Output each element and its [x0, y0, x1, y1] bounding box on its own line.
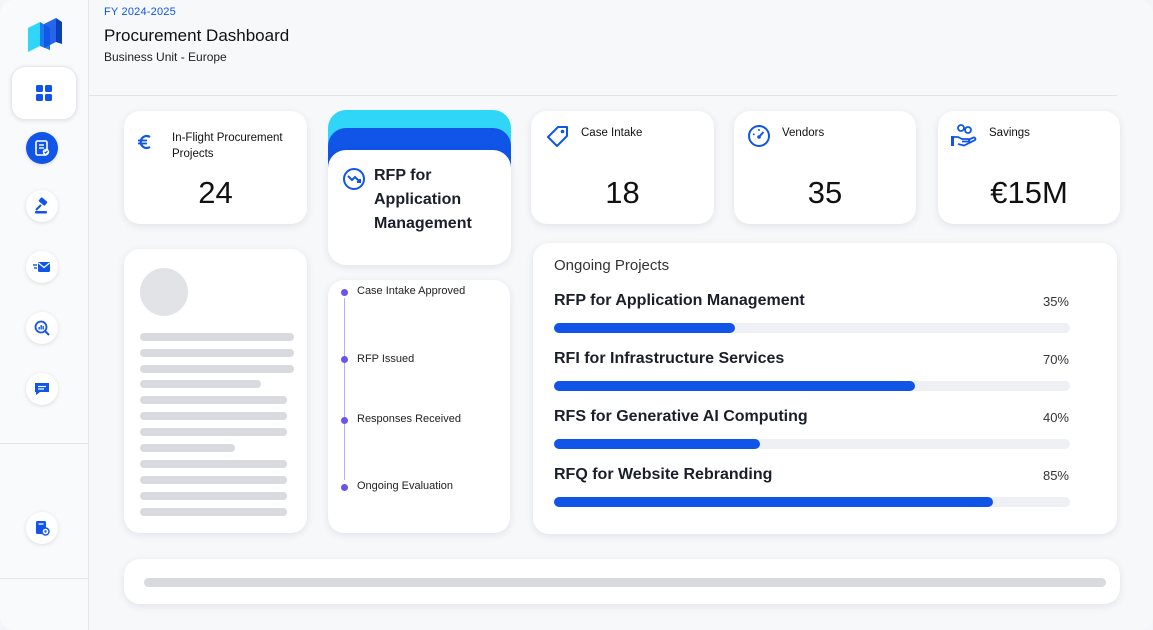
project-percent: 70%: [1042, 352, 1069, 367]
status-timeline: Case Intake Approved RFP Issued Response…: [328, 280, 510, 533]
gauge-icon: [748, 125, 770, 147]
timeline-dot: [341, 289, 348, 296]
project-progress-track: [554, 323, 1070, 333]
project-percent: 40%: [1042, 410, 1069, 425]
project-progress-track: [554, 497, 1070, 507]
stat-card-savings[interactable]: Savings €15M: [938, 111, 1120, 224]
profile-placeholder-card: [124, 249, 307, 533]
stat-value: 35: [807, 175, 843, 210]
header-divider: [89, 95, 1117, 96]
stat-card-vendors[interactable]: Vendors 35: [734, 111, 916, 224]
skeleton-line: [140, 412, 287, 420]
timeline-step: Ongoing Evaluation: [357, 480, 454, 492]
document-check-icon: [35, 140, 50, 156]
skeleton-line: [140, 476, 287, 484]
page-title: Procurement Dashboard: [104, 26, 290, 45]
skeleton-line: [144, 578, 1106, 587]
skeleton-line: [140, 444, 235, 452]
sidebar-item-documents[interactable]: [26, 132, 58, 164]
skeleton-line: [140, 508, 287, 516]
euro-icon: [138, 134, 151, 150]
stat-card-in-flight-projects[interactable]: In-Flight Procurement Projects 24: [124, 111, 307, 224]
project-progress-track: [554, 381, 1070, 391]
project-name[interactable]: RFI for Infrastructure Services: [554, 350, 784, 368]
chat-icon: [35, 383, 49, 395]
stat-label: Case Intake: [581, 127, 643, 139]
stat-label: Savings: [989, 127, 1030, 139]
project-progress-track: [554, 439, 1070, 449]
timeline-dot: [341, 484, 348, 491]
skeleton-line: [140, 333, 294, 341]
sidebar-divider: [0, 578, 89, 579]
ongoing-projects-heading: Ongoing Projects: [554, 257, 670, 274]
app-logo: [28, 18, 62, 52]
project-name[interactable]: RFP for Application Management: [554, 292, 805, 310]
stat-label: In-Flight Procurement Projects: [172, 132, 283, 160]
sidebar-item-analytics[interactable]: [26, 312, 58, 344]
ongoing-projects-card: Ongoing Projects RFP for Application Man…: [533, 243, 1117, 534]
page-header: FY 2024-2025 Procurement Dashboard Busin…: [104, 6, 289, 64]
settings-document-icon: [36, 521, 50, 536]
search-analytics-icon: [34, 320, 50, 336]
project-progress-fill: [554, 323, 735, 333]
timeline-step: RFP Issued: [357, 353, 415, 365]
stat-label: Vendors: [782, 127, 825, 139]
project-name[interactable]: RFS for Generative AI Computing: [554, 408, 808, 426]
project-progress-fill: [554, 497, 993, 507]
trend-down-circle-icon: [343, 168, 365, 190]
sidebar-item-chat[interactable]: [26, 373, 58, 405]
mail-icon: [33, 262, 50, 272]
timeline-line: [344, 298, 345, 480]
sidebar-item-messages[interactable]: [26, 251, 58, 283]
stat-card-case-intake[interactable]: Case Intake 18: [531, 111, 714, 224]
sidebar-divider: [0, 443, 89, 444]
project-progress-fill: [554, 381, 916, 391]
timeline-dot: [341, 356, 348, 363]
hand-coins-icon: [951, 124, 977, 147]
stat-value: €15M: [990, 175, 1068, 210]
skeleton-line: [140, 380, 261, 388]
skeleton-line: [140, 428, 287, 436]
rfp-title: RFP for Application Management: [374, 167, 472, 232]
sidebar-item-auctions[interactable]: [26, 190, 58, 222]
page-subtitle: Business Unit - Europe: [104, 50, 227, 64]
sidebar: [0, 0, 89, 630]
timeline-step: Case Intake Approved: [357, 285, 466, 297]
tag-icon: [547, 126, 568, 147]
gavel-icon: [35, 197, 48, 214]
bottom-placeholder-card: [124, 559, 1120, 604]
skeleton-line: [140, 365, 294, 373]
dashboard-grid-icon: [36, 85, 52, 101]
stat-value: 24: [198, 175, 233, 210]
project-name[interactable]: RFQ for Website Rebranding: [554, 466, 772, 484]
timeline-step: Responses Received: [357, 413, 461, 425]
stat-value: 18: [605, 175, 640, 210]
project-progress-fill: [554, 439, 761, 449]
skeleton-line: [140, 492, 287, 500]
rfp-highlight-card[interactable]: RFP for Application Management: [328, 150, 511, 265]
skeleton-line: [140, 349, 294, 357]
timeline-dot: [341, 417, 348, 424]
avatar: [140, 268, 188, 316]
project-percent: 35%: [1042, 294, 1069, 309]
skeleton-line: [140, 396, 287, 404]
skeleton-line: [140, 460, 287, 468]
sidebar-item-settings[interactable]: [26, 512, 58, 544]
fiscal-year: FY 2024-2025: [104, 6, 176, 18]
project-percent: 85%: [1042, 468, 1069, 483]
sidebar-item-dashboard[interactable]: [11, 66, 77, 120]
dashboard-app: FY 2024-2025 Procurement Dashboard Busin…: [0, 0, 1153, 630]
